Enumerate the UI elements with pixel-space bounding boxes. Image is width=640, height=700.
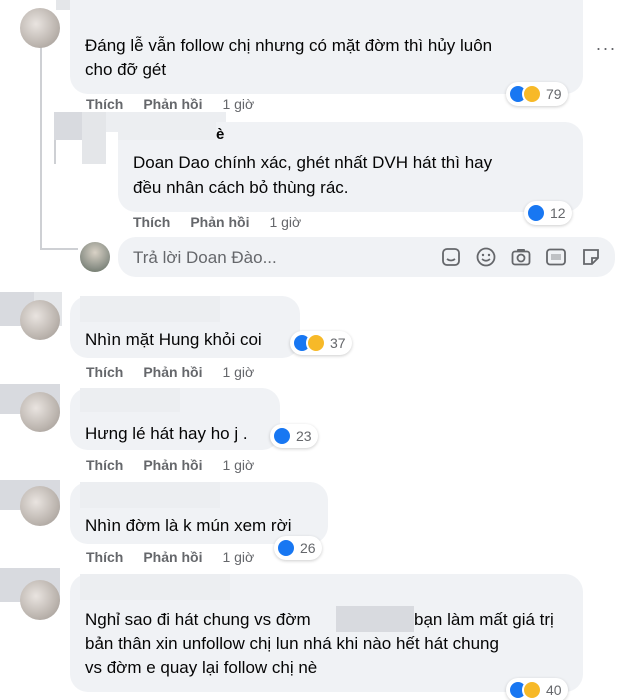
pixelated-author-name xyxy=(80,482,220,508)
reply-button[interactable]: Phản hồi xyxy=(190,214,249,230)
reaction-summary[interactable]: 79 xyxy=(506,82,568,106)
gif-icon[interactable] xyxy=(545,246,567,268)
timestamp[interactable]: 1 giờ xyxy=(222,549,254,565)
avatar[interactable] xyxy=(20,392,60,432)
timestamp[interactable]: 1 giờ xyxy=(269,214,301,230)
avatar[interactable] xyxy=(20,8,60,48)
reaction-count: 40 xyxy=(546,682,562,698)
comment-text: Doan Dao chính xác, ghét nhất DVH hát th… xyxy=(133,153,493,172)
pixelated-avatar xyxy=(54,112,82,140)
reaction-count: 79 xyxy=(546,86,562,102)
like-button[interactable]: Thích xyxy=(86,549,123,565)
reply-button[interactable]: Phản hồi xyxy=(143,96,202,112)
like-reaction-icon xyxy=(276,538,296,558)
like-reaction-icon xyxy=(526,203,546,223)
like-button[interactable]: Thích xyxy=(86,96,123,112)
comment-text: cho đỡ gét xyxy=(85,60,167,79)
pixelated-author-name xyxy=(118,122,216,140)
comment-actions: Thích Phản hồi 1 giờ xyxy=(133,214,301,230)
timestamp[interactable]: 1 giờ xyxy=(222,364,254,380)
like-button[interactable]: Thích xyxy=(86,364,123,380)
comment-actions: Thích Phản hồi 1 giờ xyxy=(86,364,254,380)
timestamp[interactable]: 1 giờ xyxy=(222,457,254,473)
comment-text: bạn làm mất giá trị xyxy=(414,610,554,629)
avatar[interactable] xyxy=(20,486,60,526)
comment-text: Đáng lễ vẫn follow chị nhưng có mặt đờm … xyxy=(85,36,493,55)
sticker-icon[interactable] xyxy=(440,246,462,268)
pixelated-text-redaction xyxy=(336,606,414,632)
camera-icon[interactable] xyxy=(510,246,532,268)
current-user-avatar[interactable] xyxy=(80,242,110,272)
reaction-summary[interactable]: 12 xyxy=(524,201,572,225)
comment-actions: Thích Phản hồi 1 giờ xyxy=(86,549,254,565)
reaction-summary[interactable]: 23 xyxy=(270,424,318,448)
pixelated-avatar xyxy=(82,112,106,164)
more-dots-icon: ··· xyxy=(595,37,617,58)
reaction-count: 12 xyxy=(550,205,566,221)
reply-button[interactable]: Phản hồi xyxy=(143,364,202,380)
reply-button[interactable]: Phản hồi xyxy=(143,549,202,565)
pixelated-author-name xyxy=(80,388,180,412)
comment-actions: Thích Phản hồi 1 giờ xyxy=(86,457,254,473)
comment-text: đều nhân cách bỏ thùng rác. xyxy=(133,178,349,197)
reaction-summary[interactable]: 26 xyxy=(274,536,322,560)
reaction-summary[interactable]: 37 xyxy=(290,331,352,355)
avatar[interactable] xyxy=(20,580,60,620)
reply-input-placeholder: Trả lời Doan Đào... xyxy=(133,248,277,267)
haha-reaction-icon xyxy=(522,84,542,104)
comment-actions: Thích Phản hồi 1 giờ xyxy=(86,96,254,112)
timestamp[interactable]: 1 giờ xyxy=(222,96,254,112)
reaction-count: 23 xyxy=(296,428,312,444)
sticker-pack-icon[interactable] xyxy=(580,246,602,268)
reaction-count: 37 xyxy=(330,335,346,351)
thread-line xyxy=(40,40,42,250)
like-button[interactable]: Thích xyxy=(133,214,170,230)
reaction-summary[interactable]: 40 xyxy=(506,678,568,700)
comment-text: Nhìn đờm là k mún xem rời xyxy=(85,516,292,535)
comment-text: Nhìn mặt Hung khỏi coi xyxy=(85,330,262,349)
comment-text: Nghỉ sao đi hát chung vs đờm xyxy=(85,610,311,629)
comment-text: Hưng lé hát hay ho j . xyxy=(85,424,248,443)
reaction-count: 26 xyxy=(300,540,316,556)
comment-text: vs đờm e quay lại follow chị nè xyxy=(85,658,318,677)
haha-reaction-icon xyxy=(522,680,542,700)
pixelated-author-name xyxy=(80,296,220,322)
author-name-fragment: è xyxy=(216,126,225,143)
like-reaction-icon xyxy=(272,426,292,446)
emoji-icon[interactable] xyxy=(475,246,497,268)
avatar[interactable] xyxy=(20,300,60,340)
reply-button[interactable]: Phản hồi xyxy=(143,457,202,473)
pixelated-author-name xyxy=(80,574,230,600)
thread-line-branch xyxy=(40,248,78,250)
like-button[interactable]: Thích xyxy=(86,457,123,473)
haha-reaction-icon xyxy=(306,333,326,353)
comment-text: bản thân xin unfollow chị lun nhá khi nà… xyxy=(85,634,499,653)
thread-line-reply xyxy=(54,140,56,164)
more-options-button[interactable]: ··· xyxy=(588,30,624,66)
